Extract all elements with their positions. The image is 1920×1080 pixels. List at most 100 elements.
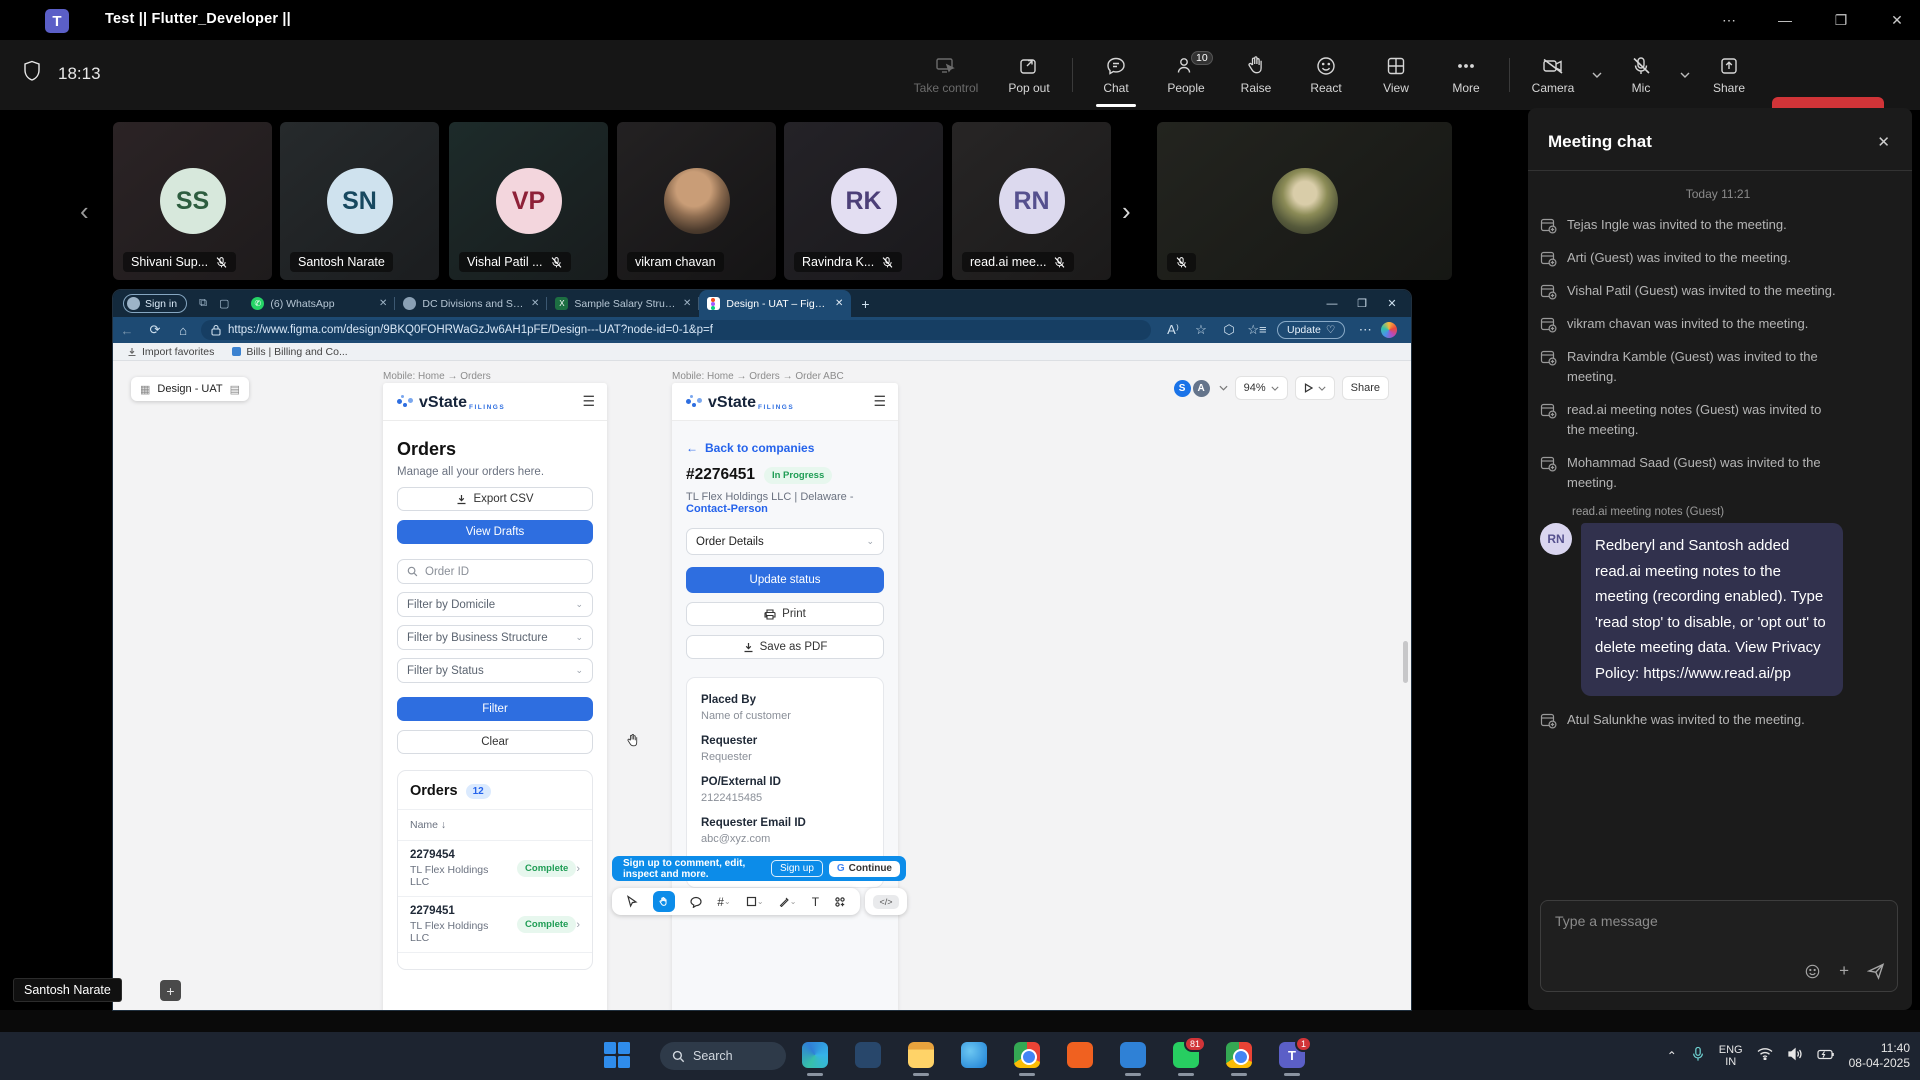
react-button[interactable]: React <box>1291 43 1361 107</box>
file-explorer-icon[interactable] <box>906 1040 936 1070</box>
teams-icon[interactable]: T1 <box>1277 1040 1307 1070</box>
vscode-icon[interactable] <box>1118 1040 1148 1070</box>
browser-minimize-icon[interactable]: — <box>1317 298 1347 310</box>
people-button[interactable]: 10 People <box>1151 43 1221 107</box>
bills-favorite-item[interactable]: Bills | Billing and Co... <box>232 346 347 358</box>
filter-status-dropdown[interactable]: Filter by Status⌄ <box>397 658 593 683</box>
start-button[interactable] <box>604 1042 630 1073</box>
close-icon[interactable]: ✕ <box>1880 8 1914 32</box>
tray-mic-icon[interactable] <box>1691 1046 1705 1067</box>
frame-label[interactable]: Mobile: Home → Orders → Order ABC <box>672 371 844 382</box>
next-participants-chevron[interactable]: › <box>1122 196 1131 227</box>
edge-icon[interactable] <box>800 1040 830 1070</box>
contact-person-link[interactable]: Contact-Person <box>686 503 768 515</box>
pen-tool-icon[interactable]: ⌄ <box>779 896 797 907</box>
camera-button[interactable]: Camera <box>1518 43 1588 107</box>
figma-frame-orders-list[interactable]: vState FILINGS ☰ Orders Manage all your … <box>383 383 607 1010</box>
favorite-star-icon[interactable]: ☆ <box>1187 322 1215 338</box>
browser-tab-excel[interactable]: X Sample Salary Structure with calc ✕ <box>547 290 699 317</box>
whatsapp-icon[interactable]: 81 <box>1171 1040 1201 1070</box>
tray-chevron-icon[interactable]: ⌃ <box>1667 1049 1677 1063</box>
attach-plus-icon[interactable]: + <box>1839 961 1849 981</box>
chat-button[interactable]: Chat <box>1081 43 1151 107</box>
zoom-level-dropdown[interactable]: 94% <box>1235 376 1288 400</box>
chat-close-icon[interactable]: ✕ <box>1877 133 1890 151</box>
tab-close-icon[interactable]: ✕ <box>379 298 387 309</box>
browser-tab-whatsapp[interactable]: ✆ (6) WhatsApp ✕ <box>243 290 395 317</box>
language-indicator[interactable]: ENGIN <box>1719 1044 1743 1068</box>
share-button[interactable]: Share <box>1694 43 1764 107</box>
tab-close-icon[interactable]: ✕ <box>531 298 539 309</box>
participant-tile[interactable]: SS Shivani Sup... <box>113 122 272 280</box>
clear-button[interactable]: Clear <box>397 730 593 754</box>
restore-icon[interactable]: ❐ <box>1824 8 1858 32</box>
battery-icon[interactable] <box>1817 1047 1835 1065</box>
tab-close-icon[interactable]: ✕ <box>835 298 843 309</box>
browser-tab-figma-active[interactable]: Design - UAT – Figma ✕ <box>699 290 851 317</box>
more-button[interactable]: More <box>1431 43 1501 107</box>
message-compose-box[interactable]: Type a message + <box>1540 900 1898 992</box>
import-favorites-item[interactable]: Import favorites <box>127 346 214 358</box>
emoji-icon[interactable] <box>1804 963 1821 980</box>
volume-icon[interactable] <box>1787 1047 1803 1066</box>
present-button[interactable] <box>1295 376 1335 400</box>
chat-message-bubble[interactable]: Redberyl and Santosh added read.ai meeti… <box>1581 523 1843 696</box>
shape-tool-icon[interactable]: ⌄ <box>746 896 764 907</box>
hand-tool-icon[interactable] <box>653 891 675 912</box>
mic-button[interactable]: Mic <box>1606 43 1676 107</box>
browser-signin-button[interactable]: Sign in <box>123 294 187 313</box>
view-drafts-button[interactable]: View Drafts <box>397 520 593 544</box>
address-bar[interactable]: https://www.figma.com/design/9BKQ0FOHRWa… <box>201 320 1151 340</box>
name-column-header[interactable]: Name ↓ <box>398 809 592 840</box>
refresh-icon[interactable]: ⟳ <box>141 322 169 338</box>
google-continue-button[interactable]: G Continue <box>829 861 900 877</box>
update-status-button[interactable]: Update status <box>686 567 884 593</box>
browser-restore-icon[interactable]: ❐ <box>1347 297 1377 310</box>
print-button[interactable]: Print <box>686 602 884 626</box>
taskbar-clock[interactable]: 11:4008-04-2025 <box>1849 1041 1910 1071</box>
home-icon[interactable]: ⌂ <box>169 323 197 338</box>
collaborator-avatar[interactable]: A <box>1191 378 1212 399</box>
figma-frame-order-details[interactable]: vState FILINGS ☰ ← Back to companies #22… <box>672 383 898 1010</box>
participant-tile[interactable]: RK Ravindra K... <box>784 122 943 280</box>
back-to-companies-link[interactable]: ← Back to companies <box>686 441 884 455</box>
filter-domicile-dropdown[interactable]: Filter by Domicile⌄ <box>397 592 593 617</box>
canvas-scrollbar[interactable] <box>1403 641 1408 683</box>
new-tab-button[interactable]: + <box>861 296 869 312</box>
participant-tile[interactable]: SN Santosh Narate <box>280 122 439 280</box>
avatars-chevron-icon[interactable] <box>1219 385 1228 391</box>
hamburger-menu-icon[interactable]: ☰ <box>873 393 886 410</box>
wifi-icon[interactable] <box>1757 1047 1773 1065</box>
tab-close-icon[interactable]: ✕ <box>683 298 691 309</box>
banner-sign-up-button[interactable]: Sign up <box>771 860 823 877</box>
previous-participants-chevron[interactable]: ‹ <box>80 196 89 227</box>
chrome-icon[interactable] <box>1012 1040 1042 1070</box>
comment-tool-icon[interactable] <box>690 896 702 908</box>
workspaces-icon[interactable]: ⧉ <box>199 297 207 310</box>
view-button[interactable]: View <box>1361 43 1431 107</box>
dev-mode-toggle[interactable]: </> <box>865 888 907 915</box>
browser-icon[interactable] <box>959 1040 989 1070</box>
participant-tile[interactable]: vikram chavan <box>617 122 776 280</box>
mic-options-chevron[interactable] <box>1676 72 1694 78</box>
frame-label[interactable]: Mobile: Home → Orders <box>383 371 491 382</box>
filter-business-structure-dropdown[interactable]: Filter by Business Structure⌄ <box>397 625 593 650</box>
panel-toggle-icon[interactable]: ▤ <box>230 383 240 396</box>
copilot-icon[interactable] <box>1381 322 1397 338</box>
floating-plus-button[interactable]: + <box>160 980 181 1001</box>
pop-out-button[interactable]: Pop out <box>994 43 1064 107</box>
browser-update-button[interactable]: Update ♡ <box>1277 321 1345 339</box>
titlebar-more-icon[interactable]: ⋯ <box>1712 8 1746 32</box>
text-tool-icon[interactable]: T <box>812 895 819 909</box>
favorites-bar-icon[interactable]: ☆≡ <box>1243 322 1271 338</box>
chat-message-list[interactable]: Today 11:21 Tejas Ingle was invited to t… <box>1528 171 1912 730</box>
tab-actions-icon[interactable]: ▢ <box>219 297 229 310</box>
browser-tab-dc-divisions[interactable]: DC Divisions and Surroundings ✕ <box>395 290 547 317</box>
participant-tile[interactable]: VP Vishal Patil ... <box>449 122 608 280</box>
participant-tile[interactable] <box>1157 122 1452 280</box>
send-icon[interactable] <box>1867 962 1885 980</box>
figma-canvas[interactable]: ▦ Design - UAT ▤ S A 94% <box>113 361 1411 1010</box>
order-details-dropdown[interactable]: Order Details⌄ <box>686 528 884 555</box>
taskbar-search-box[interactable]: Search <box>660 1042 786 1070</box>
participant-tile[interactable]: RN read.ai mee... <box>952 122 1111 280</box>
